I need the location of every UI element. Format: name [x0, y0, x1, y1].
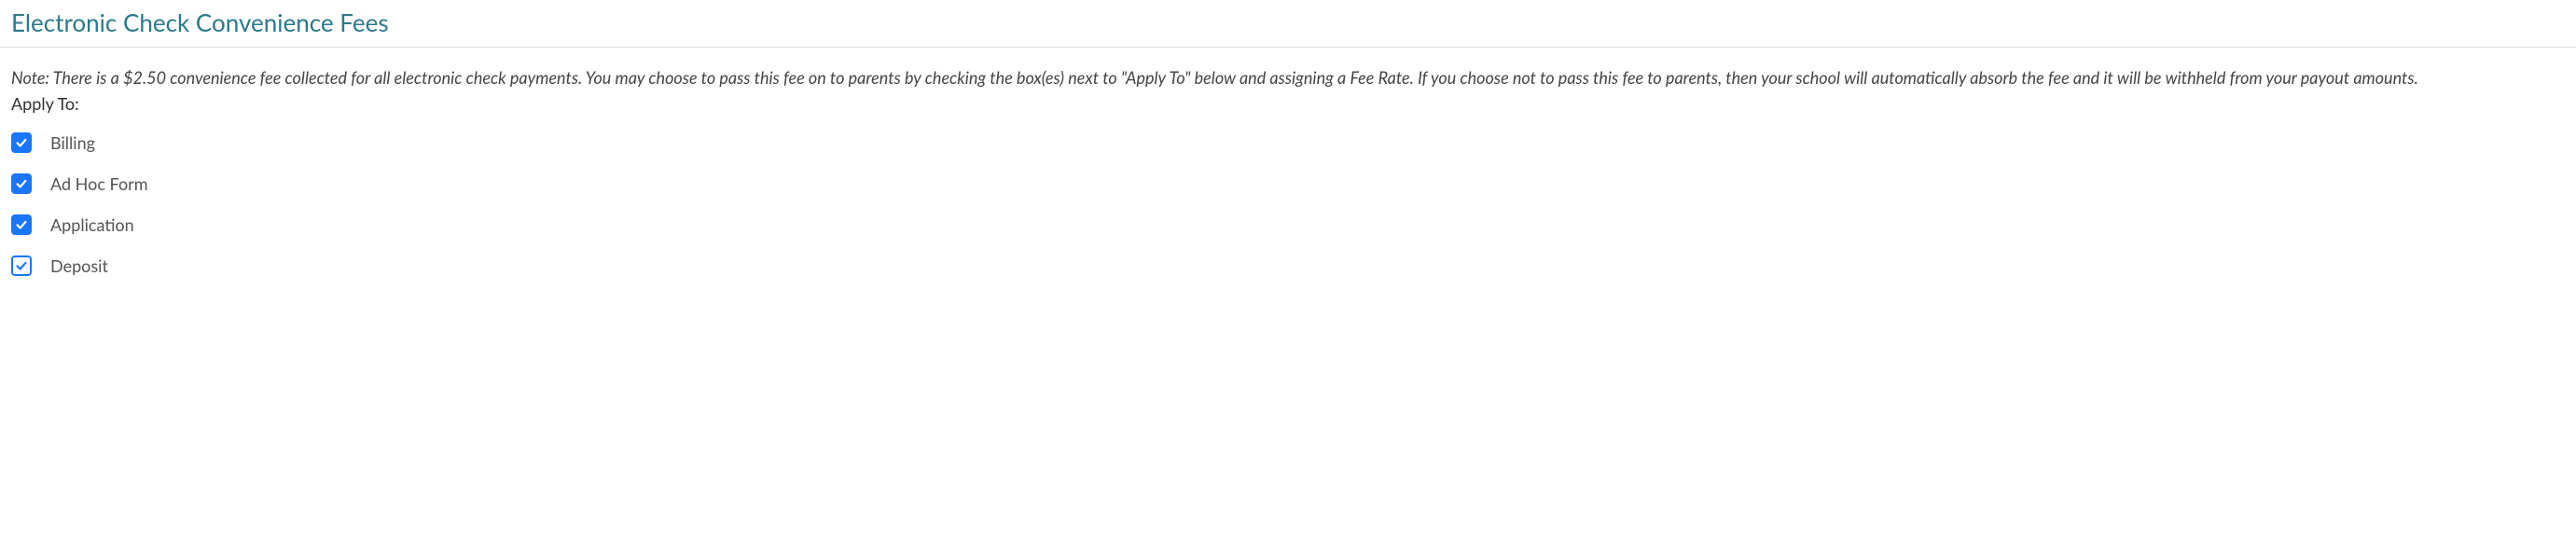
- option-adhoc-row: Ad Hoc Form: [11, 173, 2565, 194]
- apply-to-options: Billing Ad Hoc Form Application: [11, 132, 2565, 276]
- option-label: Deposit: [50, 255, 108, 276]
- option-label: Ad Hoc Form: [50, 173, 148, 194]
- check-icon: [15, 177, 28, 190]
- checkbox-deposit[interactable]: [11, 255, 32, 276]
- check-icon: [15, 218, 28, 231]
- check-icon: [15, 136, 28, 149]
- checkbox-adhoc[interactable]: [11, 173, 32, 194]
- section-title: Electronic Check Convenience Fees: [0, 0, 2576, 48]
- option-application-row: Application: [11, 214, 2565, 235]
- checkbox-application[interactable]: [11, 214, 32, 235]
- check-icon: [15, 259, 28, 272]
- checkbox-billing[interactable]: [11, 132, 32, 153]
- option-billing-row: Billing: [11, 132, 2565, 153]
- note-text: Note: There is a $2.50 convenience fee c…: [11, 64, 2565, 91]
- option-label: Billing: [50, 132, 95, 153]
- option-label: Application: [50, 214, 134, 235]
- option-deposit-row: Deposit: [11, 255, 2565, 276]
- apply-to-label: Apply To:: [11, 93, 2565, 114]
- section-content: Note: There is a $2.50 convenience fee c…: [0, 48, 2576, 276]
